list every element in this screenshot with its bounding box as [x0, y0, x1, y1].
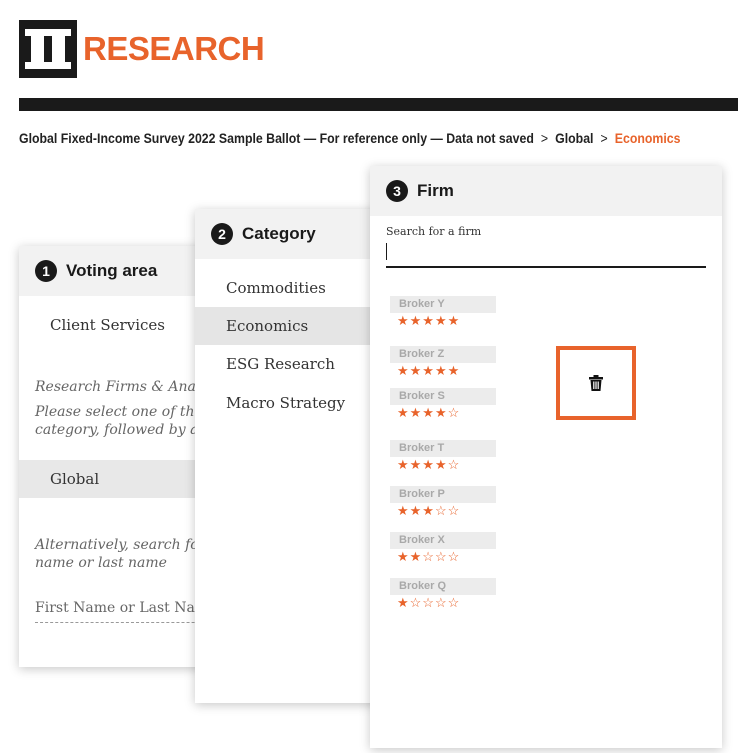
firm-item-broker-s[interactable]: Broker S ★★★★☆	[390, 388, 496, 422]
firm-search-input[interactable]	[386, 240, 706, 268]
breadcrumb-separator: >	[540, 130, 549, 146]
trash-icon	[589, 375, 603, 391]
voting-area-title: Voting area	[66, 261, 158, 280]
firm-name: Broker X	[390, 532, 496, 549]
category-item-label: Economics	[226, 317, 309, 335]
voting-option-client-services[interactable]: Client Services	[50, 316, 165, 334]
firm-item-broker-t[interactable]: Broker T ★★★★☆	[390, 440, 496, 474]
firm-name: Broker T	[390, 440, 496, 457]
star-rating[interactable]: ★☆☆☆☆	[390, 595, 496, 612]
logo[interactable]: RESEARCH	[19, 20, 265, 78]
firm-item-broker-q[interactable]: Broker Q ★☆☆☆☆	[390, 578, 496, 612]
firm-name: Broker Q	[390, 578, 496, 595]
breadcrumb-survey[interactable]: Global Fixed-Income Survey 2022 Sample B…	[19, 130, 534, 146]
firm-item-broker-z[interactable]: Broker Z ★★★★★	[390, 346, 496, 380]
category-item-label: Macro Strategy	[226, 394, 346, 412]
header-divider	[19, 98, 738, 111]
star-rating[interactable]: ★★★☆☆	[390, 503, 496, 520]
star-rating[interactable]: ★★★★★	[390, 363, 496, 380]
firm-title: Firm	[417, 181, 454, 200]
step-number: 3	[386, 180, 408, 202]
breadcrumb: Global Fixed-Income Survey 2022 Sample B…	[19, 130, 681, 146]
logo-mark-icon	[19, 20, 77, 78]
breadcrumb-current: Economics	[614, 130, 681, 146]
breadcrumb-separator: >	[600, 130, 608, 146]
step-number: 1	[35, 260, 57, 282]
firm-name: Broker Z	[390, 346, 496, 363]
category-title: Category	[242, 224, 316, 243]
text-caret	[386, 243, 387, 260]
star-rating[interactable]: ★★★★☆	[390, 405, 496, 422]
firm-item-broker-p[interactable]: Broker P ★★★☆☆	[390, 486, 496, 520]
delete-button[interactable]	[556, 346, 636, 420]
firm-name: Broker S	[390, 388, 496, 405]
star-rating[interactable]: ★★★★☆	[390, 457, 496, 474]
category-item-label: Commodities	[226, 279, 326, 297]
firm-name: Broker Y	[390, 296, 496, 313]
logo-text: RESEARCH	[83, 30, 265, 67]
firm-panel: 3 Firm Search for a firm Broker Y ★★★★★ …	[370, 166, 722, 748]
voting-option-label: Global	[50, 470, 100, 488]
breadcrumb-region[interactable]: Global	[555, 130, 593, 146]
alt-search-text-line2: name or last name	[35, 555, 167, 571]
firm-name: Broker P	[390, 486, 496, 503]
firm-item-broker-x[interactable]: Broker X ★★☆☆☆	[390, 532, 496, 566]
firm-header: 3 Firm	[370, 166, 722, 216]
firm-search-label: Search for a firm	[386, 225, 482, 238]
star-rating[interactable]: ★★☆☆☆	[390, 549, 496, 566]
category-item-label: ESG Research	[226, 355, 335, 373]
firm-item-broker-y[interactable]: Broker Y ★★★★★	[390, 296, 496, 330]
star-rating[interactable]: ★★★★★	[390, 313, 496, 330]
step-number: 2	[211, 223, 233, 245]
